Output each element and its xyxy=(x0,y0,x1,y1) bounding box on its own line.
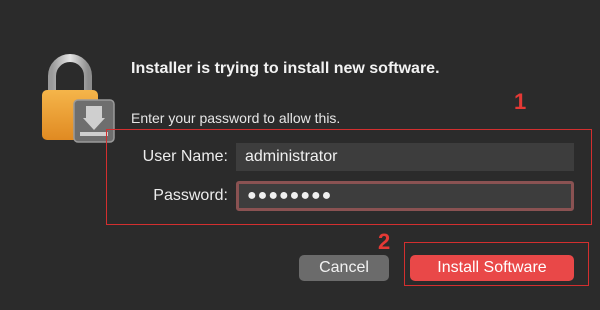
authentication-dialog: Installer is trying to install new softw… xyxy=(0,0,600,310)
cancel-button[interactable]: Cancel xyxy=(299,255,389,281)
password-field[interactable]: ●●●●●●●● xyxy=(236,181,574,211)
dialog-title: Installer is trying to install new softw… xyxy=(131,60,440,77)
username-label: User Name: xyxy=(142,148,228,165)
annotation-number-1: 1 xyxy=(514,89,527,114)
password-label: Password: xyxy=(153,187,228,204)
dialog-message: Enter your password to allow this. xyxy=(131,110,341,126)
annotation-number-2: 2 xyxy=(378,229,391,254)
username-field[interactable]: administrator xyxy=(236,143,574,171)
install-software-button[interactable]: Install Software xyxy=(410,255,574,281)
